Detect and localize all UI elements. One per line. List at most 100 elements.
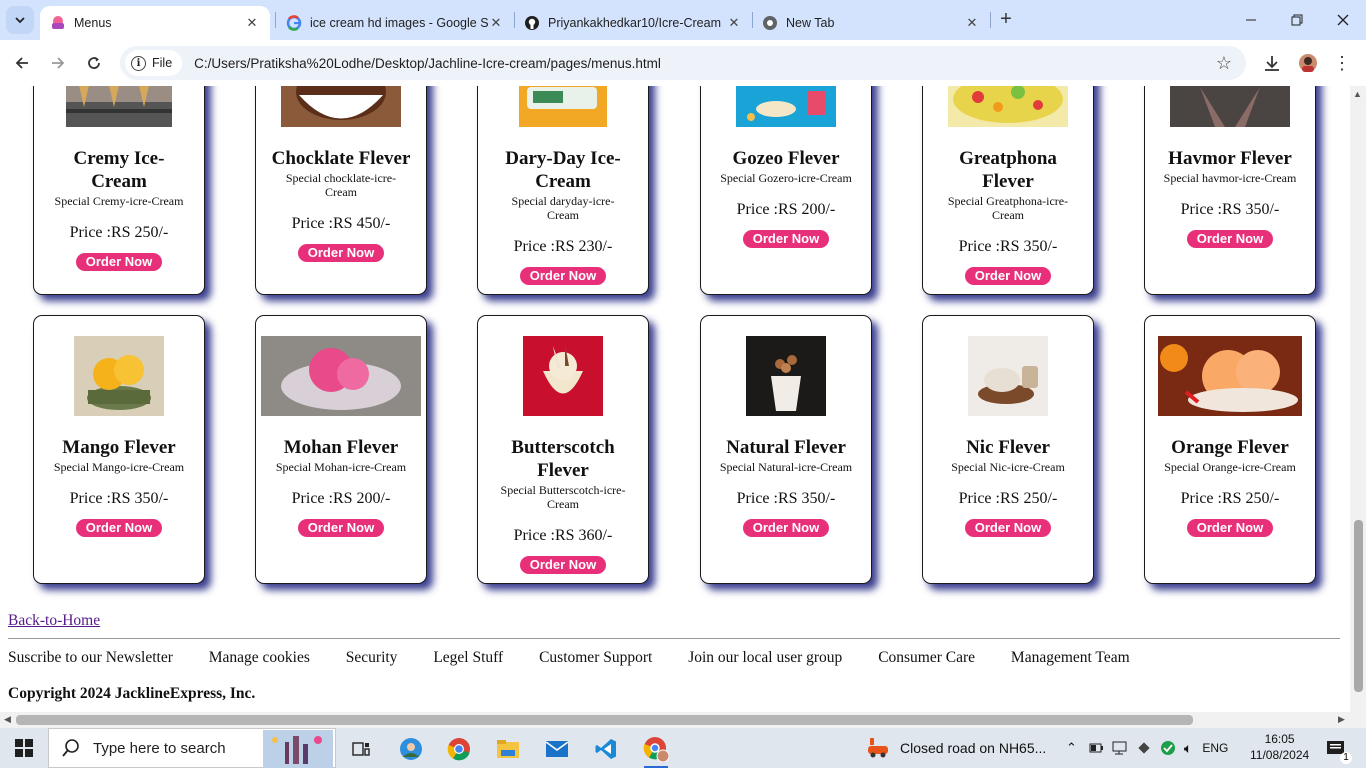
security-status-icon[interactable] [1160, 740, 1176, 756]
order-now-button[interactable]: Order Now [964, 267, 1052, 285]
footer-link-user-group[interactable]: Join our local user group [688, 649, 842, 666]
order-now-button[interactable]: Order Now [742, 519, 830, 537]
scroll-up-arrow-icon[interactable]: ▲ [1353, 89, 1362, 99]
order-now-button[interactable]: Order Now [519, 556, 607, 574]
close-icon[interactable]: ✕ [964, 15, 980, 31]
footer-link-cookies[interactable]: Manage cookies [209, 649, 310, 666]
minimize-button[interactable] [1236, 8, 1266, 32]
bookmark-star-icon[interactable]: ☆ [1216, 53, 1232, 74]
vscode-icon [595, 739, 616, 759]
speaker-icon[interactable]: 🔈︎ [1184, 740, 1192, 757]
footer-link-management[interactable]: Management Team [1011, 649, 1130, 666]
footer-link-legal[interactable]: Legel Stuff [433, 649, 503, 666]
window-close-button[interactable] [1328, 8, 1358, 32]
product-description: Special Mango-icre-Cream [53, 460, 185, 474]
tab-new-tab[interactable]: New Tab ✕ [752, 6, 990, 40]
system-tray: ⌃ 🔈︎ ENG [1066, 728, 1236, 768]
address-bar[interactable]: i File C:/Users/Pratiksha%20Lodhe/Deskto… [120, 46, 1246, 80]
chrome-taskbar-button[interactable] [439, 732, 479, 766]
weather-news-widget[interactable]: Closed road on NH65... [866, 728, 1046, 768]
back-to-home-link[interactable]: Back-to-Home [8, 612, 100, 630]
mail-icon [545, 741, 569, 757]
language-indicator[interactable]: ENG [1202, 741, 1228, 755]
order-now-button[interactable]: Order Now [297, 519, 385, 537]
copyright-text: Copyright 2024 JacklineExpress, Inc. [8, 685, 256, 702]
url-text[interactable]: C:/Users/Pratiksha%20Lodhe/Desktop/Jachl… [194, 56, 661, 71]
clock-date: 11/08/2024 [1250, 748, 1310, 762]
profile-avatar[interactable] [1296, 51, 1320, 75]
notification-center-button[interactable]: 1 [1316, 732, 1356, 766]
forward-button[interactable] [46, 51, 70, 75]
tab-search-button[interactable] [6, 6, 34, 34]
task-view-button[interactable] [341, 732, 381, 766]
downloads-button[interactable] [1260, 51, 1284, 75]
menu-button[interactable]: ⋮ [1330, 51, 1354, 75]
taskbar-search-box[interactable]: Type here to search [48, 728, 336, 768]
horizontal-scroll-thumb[interactable] [16, 715, 1193, 725]
order-now-button[interactable]: Order Now [1186, 230, 1274, 248]
product-card-havmor: Havmor Flever Special havmor-icre-Cream … [1144, 86, 1316, 295]
tab-divider [990, 12, 991, 28]
product-price: Price :RS 250/- [69, 224, 169, 241]
tab-menus[interactable]: Menus ✕ [40, 6, 270, 40]
onedrive-icon[interactable] [1136, 740, 1152, 756]
vscode-button[interactable] [586, 732, 626, 766]
product-card-butterscotch: Butterscotch Flever Special Butterscotch… [477, 315, 649, 584]
start-button[interactable] [0, 728, 48, 768]
close-icon[interactable]: ✕ [488, 15, 504, 31]
product-price: Price :RS 350/- [69, 490, 169, 507]
back-button[interactable] [10, 51, 34, 75]
footer-link-support[interactable]: Customer Support [539, 649, 652, 666]
product-card-greatphona: Greatphona Flever Special Greatphona-icr… [922, 86, 1094, 295]
notification-count-badge: 1 [1340, 752, 1352, 764]
close-icon[interactable]: ✕ [244, 15, 260, 31]
tab-github[interactable]: Priyankakhedkar10/Icre-Cream ✕ [514, 6, 752, 40]
product-name: Mango Flever [62, 437, 176, 458]
new-tab-button[interactable]: + [996, 9, 1016, 30]
product-price: Price :RS 350/- [958, 238, 1058, 255]
product-price: Price :RS 200/- [291, 490, 391, 507]
product-description: Special Mohan-icre-Cream [275, 460, 407, 474]
order-now-button[interactable]: Order Now [297, 244, 385, 262]
vertical-scrollbar[interactable]: ▲ [1350, 86, 1366, 712]
people-app-button[interactable] [391, 732, 431, 766]
browser-toolbar: i File C:/Users/Pratiksha%20Lodhe/Deskto… [0, 40, 1366, 86]
people-icon [400, 738, 422, 760]
scroll-left-arrow-icon[interactable]: ◀ [4, 714, 11, 725]
site-info-chip[interactable]: i File [125, 50, 183, 76]
product-description: Special Butterscotch-icre-Cream [500, 483, 626, 511]
chevron-up-icon[interactable]: ⌃ [1066, 740, 1077, 756]
order-now-button[interactable]: Order Now [1186, 519, 1274, 537]
page-viewport: Cremy Ice-Cream Special Cremy-icre-Cream… [0, 86, 1350, 712]
tab-google-images[interactable]: ice cream hd images - Google S ✕ [276, 6, 514, 40]
search-placeholder: Type here to search [93, 739, 226, 757]
footer-link-security[interactable]: Security [346, 649, 398, 666]
order-now-button[interactable]: Order Now [964, 519, 1052, 537]
footer-link-newsletter[interactable]: Suscribe to our Newsletter [8, 649, 173, 666]
reload-button[interactable] [82, 51, 106, 75]
product-card-cremy: Cremy Ice-Cream Special Cremy-icre-Cream… [33, 86, 205, 295]
taskbar-clock[interactable]: 16:05 11/08/2024 [1250, 731, 1309, 763]
footer-divider [8, 638, 1340, 639]
download-icon [1265, 56, 1279, 71]
mail-button[interactable] [537, 732, 577, 766]
footer-links: Suscribe to our Newsletter Manage cookie… [8, 649, 1162, 667]
order-now-button[interactable]: Order Now [742, 230, 830, 248]
scroll-right-arrow-icon[interactable]: ▶ [1338, 714, 1345, 725]
chevron-down-icon [15, 17, 25, 24]
footer-link-consumer-care[interactable]: Consumer Care [878, 649, 975, 666]
close-icon[interactable]: ✕ [726, 15, 742, 31]
order-now-button[interactable]: Order Now [519, 267, 607, 285]
order-now-button[interactable]: Order Now [75, 519, 163, 537]
battery-icon[interactable] [1089, 742, 1103, 754]
vertical-scroll-thumb[interactable] [1354, 520, 1363, 692]
network-icon[interactable] [1112, 741, 1128, 755]
product-name: Chocklate Flever [271, 148, 411, 169]
file-explorer-button[interactable] [488, 732, 528, 766]
product-price: Price :RS 250/- [1180, 490, 1280, 507]
task-view-icon [352, 742, 370, 756]
restore-button[interactable] [1282, 8, 1312, 32]
order-now-button[interactable]: Order Now [75, 253, 163, 271]
horizontal-scrollbar[interactable]: ◀ ▶ [0, 712, 1350, 728]
chrome-profile-taskbar-button[interactable] [636, 732, 676, 768]
